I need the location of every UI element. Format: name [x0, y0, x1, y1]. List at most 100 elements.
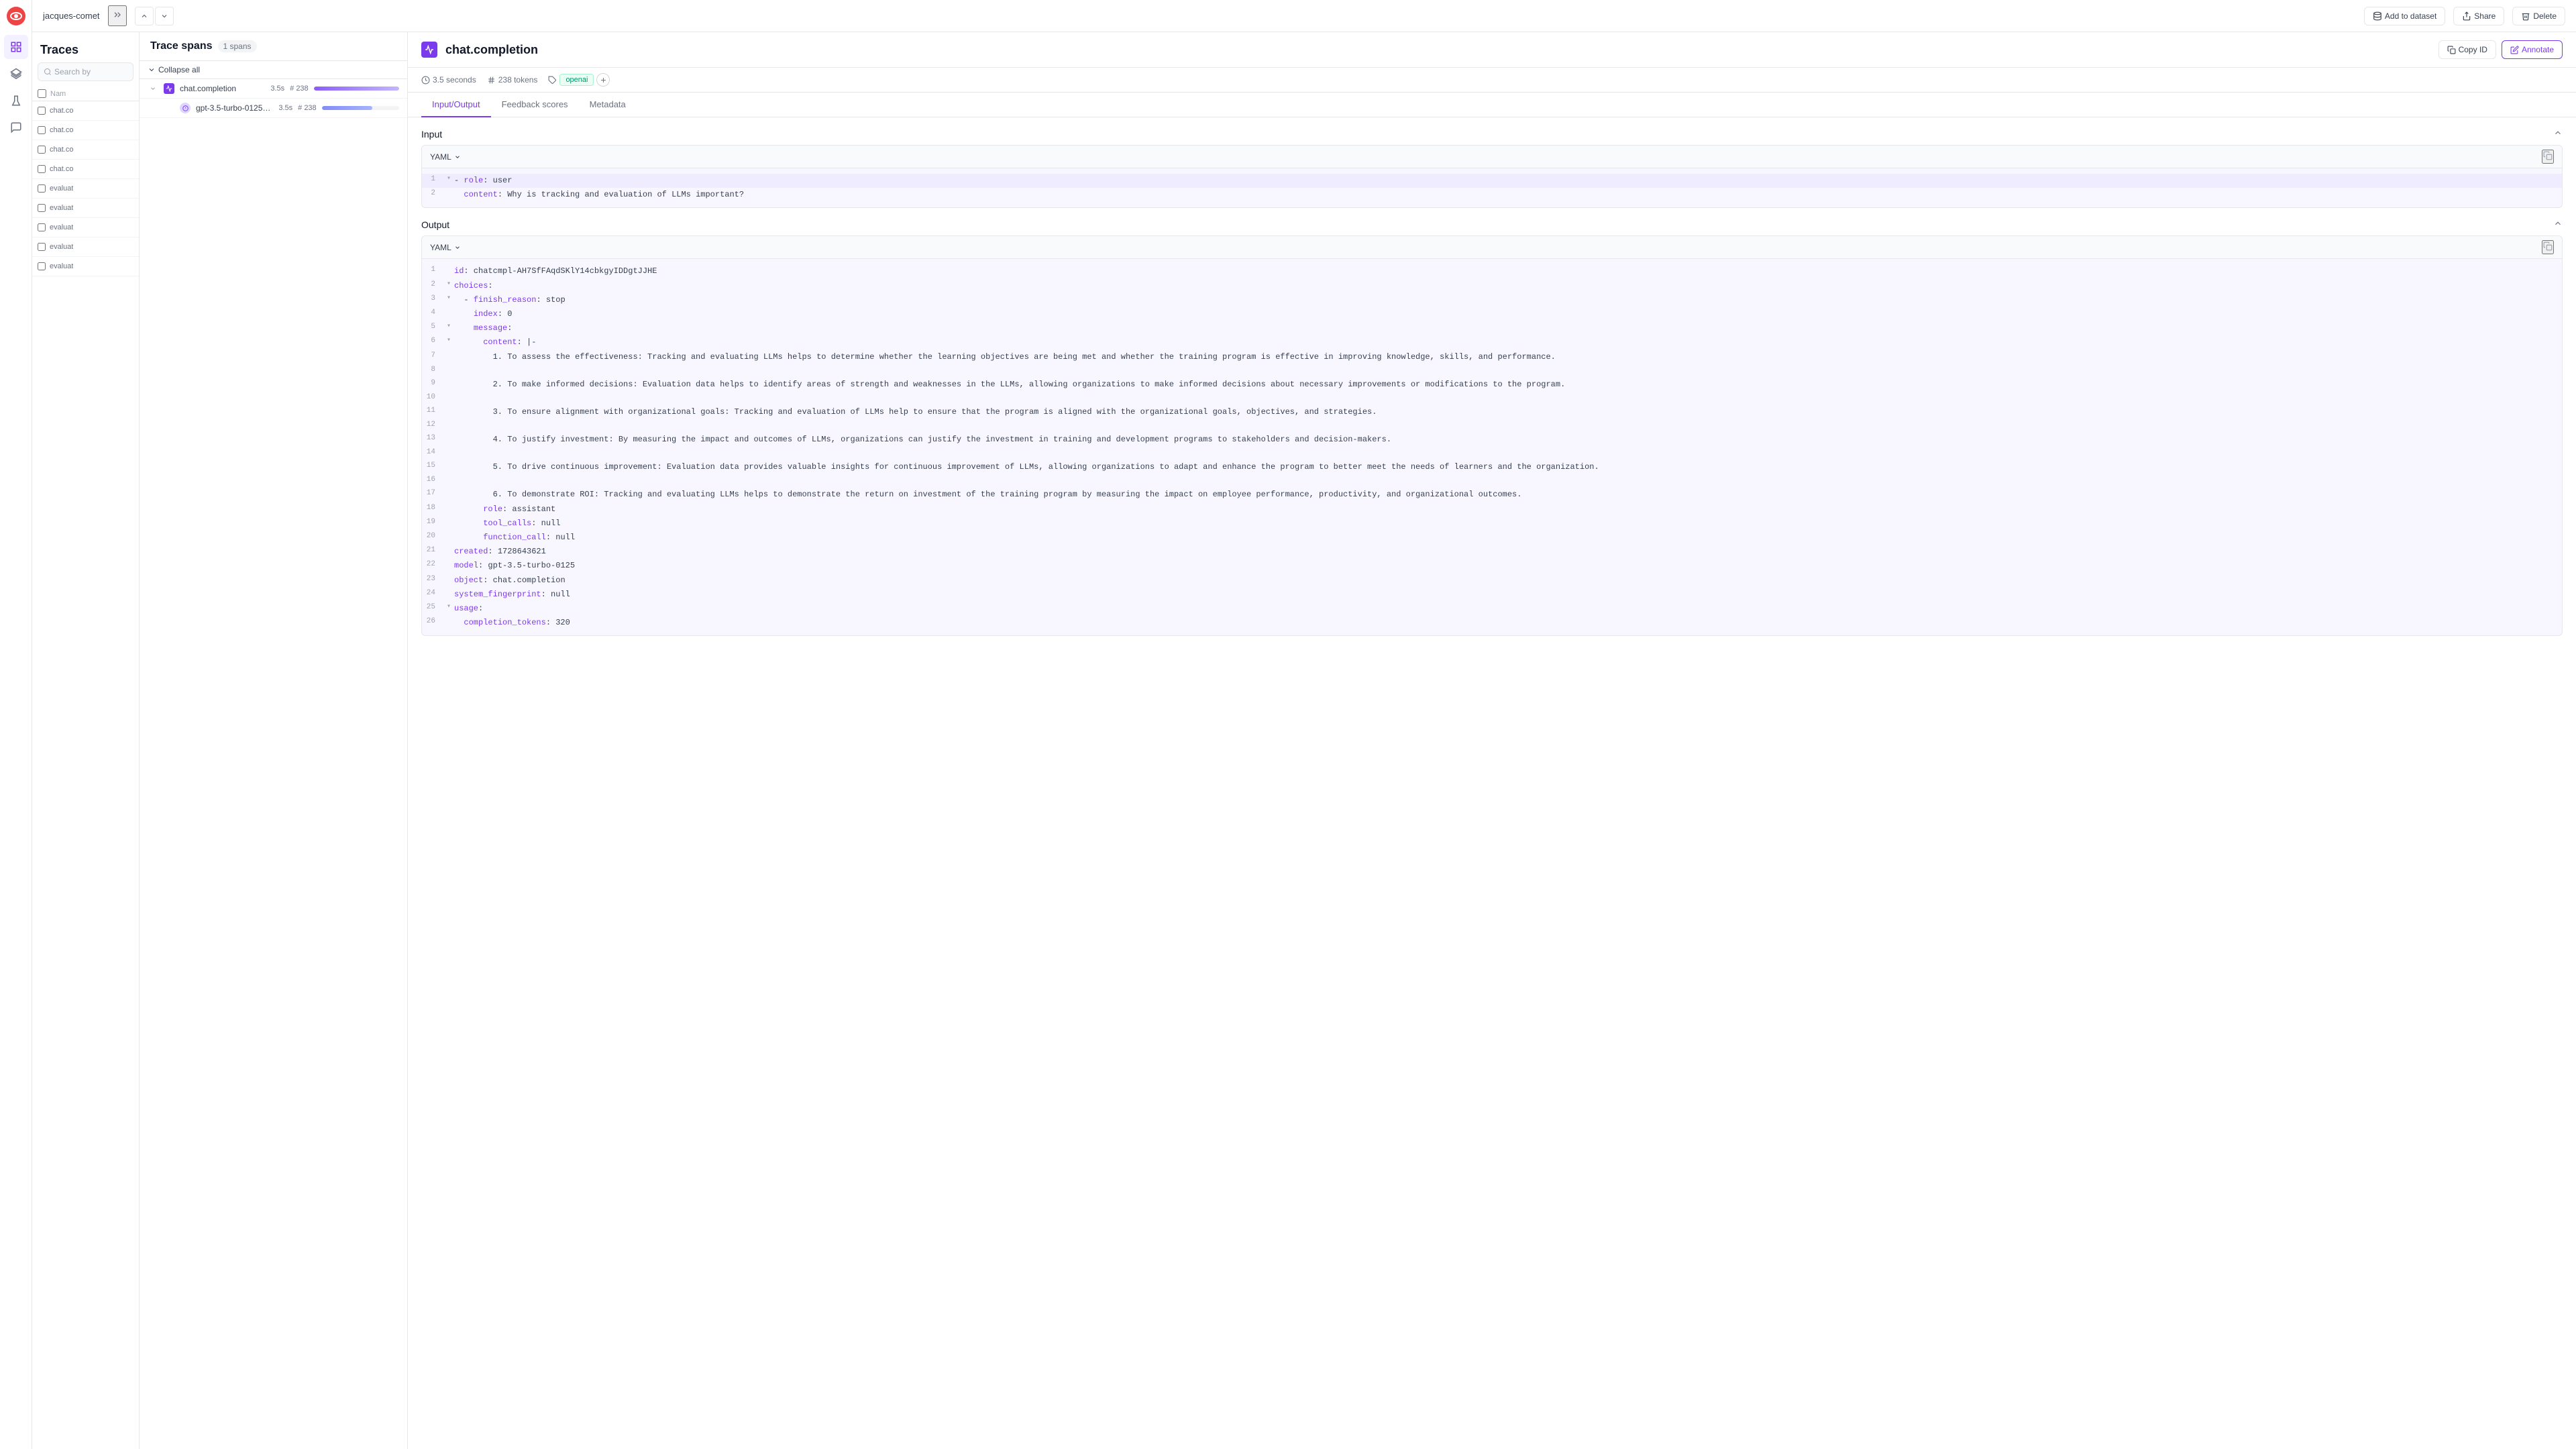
sidebar-icon-layers[interactable]	[4, 62, 28, 86]
output-code-toolbar: YAML	[422, 236, 2562, 259]
trace-name: evaluat	[50, 204, 73, 212]
meta-tag: openai +	[548, 73, 610, 87]
code-line: 25 ▾ usage:	[422, 602, 2562, 616]
copy-id-button[interactable]: Copy ID	[2438, 40, 2496, 59]
detail-title: chat.completion	[445, 43, 2430, 57]
list-item[interactable]: evaluat	[32, 237, 139, 257]
code-line: 8	[422, 364, 2562, 378]
share-button[interactable]: Share	[2453, 7, 2504, 25]
add-to-dataset-button[interactable]: Add to dataset	[2364, 7, 2445, 25]
code-line: 19 tool_calls: null	[422, 517, 2562, 531]
nav-up-button[interactable]	[135, 7, 154, 25]
trace-checkbox[interactable]	[38, 107, 46, 115]
list-item[interactable]: chat.co	[32, 140, 139, 160]
code-line: 1 ▾ - role: user	[422, 174, 2562, 188]
output-section-header: Output	[421, 219, 2563, 230]
code-line: 6 ▾ content: |-	[422, 335, 2562, 350]
code-line: 3 ▾ - finish_reason: stop	[422, 293, 2562, 307]
nav-down-button[interactable]	[155, 7, 174, 25]
input-title: Input	[421, 129, 442, 140]
input-section-header: Input	[421, 128, 2563, 140]
add-to-dataset-label: Add to dataset	[2385, 11, 2436, 21]
trace-name: evaluat	[50, 223, 73, 231]
output-format-badge[interactable]: YAML	[430, 243, 461, 252]
list-item[interactable]: evaluat	[32, 179, 139, 199]
code-line: 2 content: Why is tracking and evaluatio…	[422, 188, 2562, 202]
input-section: Input YAML	[421, 128, 2563, 208]
annotate-button[interactable]: Annotate	[2502, 40, 2563, 59]
code-line: 23 object: chat.completion	[422, 574, 2562, 588]
sidebar-icon-grid[interactable]	[4, 35, 28, 59]
icon-sidebar	[0, 0, 32, 1449]
delete-button[interactable]: Delete	[2512, 7, 2565, 25]
search-bar[interactable]: Search by	[38, 62, 133, 81]
trace-checkbox[interactable]	[38, 126, 46, 134]
collapse-all-button[interactable]: Collapse all	[140, 61, 407, 79]
tag-add-button[interactable]: +	[596, 73, 610, 87]
detail-meta: 3.5 seconds 238 tokens	[408, 68, 2576, 93]
tokens-value: 238 tokens	[498, 75, 538, 85]
trace-checkbox[interactable]	[38, 262, 46, 270]
sidebar-icon-comment[interactable]	[4, 115, 28, 140]
column-name-header: Nam	[50, 90, 66, 98]
input-copy-button[interactable]	[2542, 150, 2554, 164]
trace-name: chat.co	[50, 165, 73, 173]
code-line: 13 4. To justify investment: By measurin…	[422, 433, 2562, 447]
hash-icon	[487, 76, 496, 85]
chevron-down-icon	[454, 244, 461, 251]
list-item[interactable]: evaluat	[32, 199, 139, 218]
span-name: chat.completion	[180, 84, 265, 93]
span-type-icon	[164, 83, 174, 94]
expand-button[interactable]	[108, 5, 127, 26]
input-toggle[interactable]	[2553, 128, 2563, 140]
tab-metadata[interactable]: Metadata	[579, 93, 637, 117]
collapse-all-label: Collapse all	[158, 65, 200, 74]
trace-checkbox[interactable]	[38, 184, 46, 193]
trace-checkbox[interactable]	[38, 243, 46, 251]
trace-checkbox[interactable]	[38, 223, 46, 231]
collapse-icon	[148, 66, 156, 74]
tab-feedback-scores[interactable]: Feedback scores	[491, 93, 579, 117]
input-format-badge[interactable]: YAML	[430, 152, 461, 162]
copy-code-icon	[2543, 241, 2553, 251]
traces-panel: Traces Search by Nam chat.co chat.co cha…	[32, 32, 140, 1449]
code-line: 4 index: 0	[422, 307, 2562, 321]
annotate-label: Annotate	[2522, 45, 2554, 54]
tab-input-output[interactable]: Input/Output	[421, 93, 491, 117]
delete-label: Delete	[2533, 11, 2557, 21]
code-line: 15 5. To drive continuous improvement: E…	[422, 460, 2562, 474]
tab-feedback-scores-label: Feedback scores	[502, 99, 568, 109]
list-item[interactable]: chat.co	[32, 101, 139, 121]
trace-checkbox[interactable]	[38, 165, 46, 173]
copy-code-icon	[2543, 151, 2553, 160]
top-bar: jacques-comet	[32, 0, 2576, 32]
select-all-checkbox[interactable]	[38, 89, 46, 98]
span-child-bar-container	[322, 106, 399, 110]
trace-checkbox[interactable]	[38, 204, 46, 212]
input-code-content: 1 ▾ - role: user 2 content: Why is track…	[422, 168, 2562, 207]
output-code-content: 1 id: chatcmpl-AH7SfFAqdSKlY14cbkgyIDDgt…	[422, 259, 2562, 635]
tag-icon	[548, 76, 557, 85]
code-line: 26 completion_tokens: 320	[422, 616, 2562, 630]
list-item[interactable]: evaluat	[32, 257, 139, 276]
code-line: 21 created: 1728643621	[422, 545, 2562, 559]
spans-header: Trace spans 1 spans	[140, 32, 407, 61]
span-row-main[interactable]: chat.completion 3.5s # 238	[140, 79, 407, 99]
span-duration: 3.5s	[270, 85, 284, 93]
list-item[interactable]: chat.co	[32, 121, 139, 140]
trace-name: chat.co	[50, 126, 73, 134]
span-expand-icon[interactable]	[148, 83, 158, 94]
span-row-child[interactable]: gpt-3.5-turbo-0125_chat.completio... 3.5…	[140, 99, 407, 118]
sidebar-icon-flask[interactable]	[4, 89, 28, 113]
app-logo	[5, 5, 27, 27]
annotate-icon	[2510, 46, 2519, 54]
nav-arrows	[135, 7, 174, 25]
list-item[interactable]: evaluat	[32, 218, 139, 237]
code-line: 9 2. To make informed decisions: Evaluat…	[422, 378, 2562, 392]
output-copy-button[interactable]	[2542, 240, 2554, 254]
output-toggle[interactable]	[2553, 219, 2563, 230]
copy-icon	[2447, 46, 2456, 54]
trace-checkbox[interactable]	[38, 146, 46, 154]
code-line: 12	[422, 419, 2562, 433]
list-item[interactable]: chat.co	[32, 160, 139, 179]
